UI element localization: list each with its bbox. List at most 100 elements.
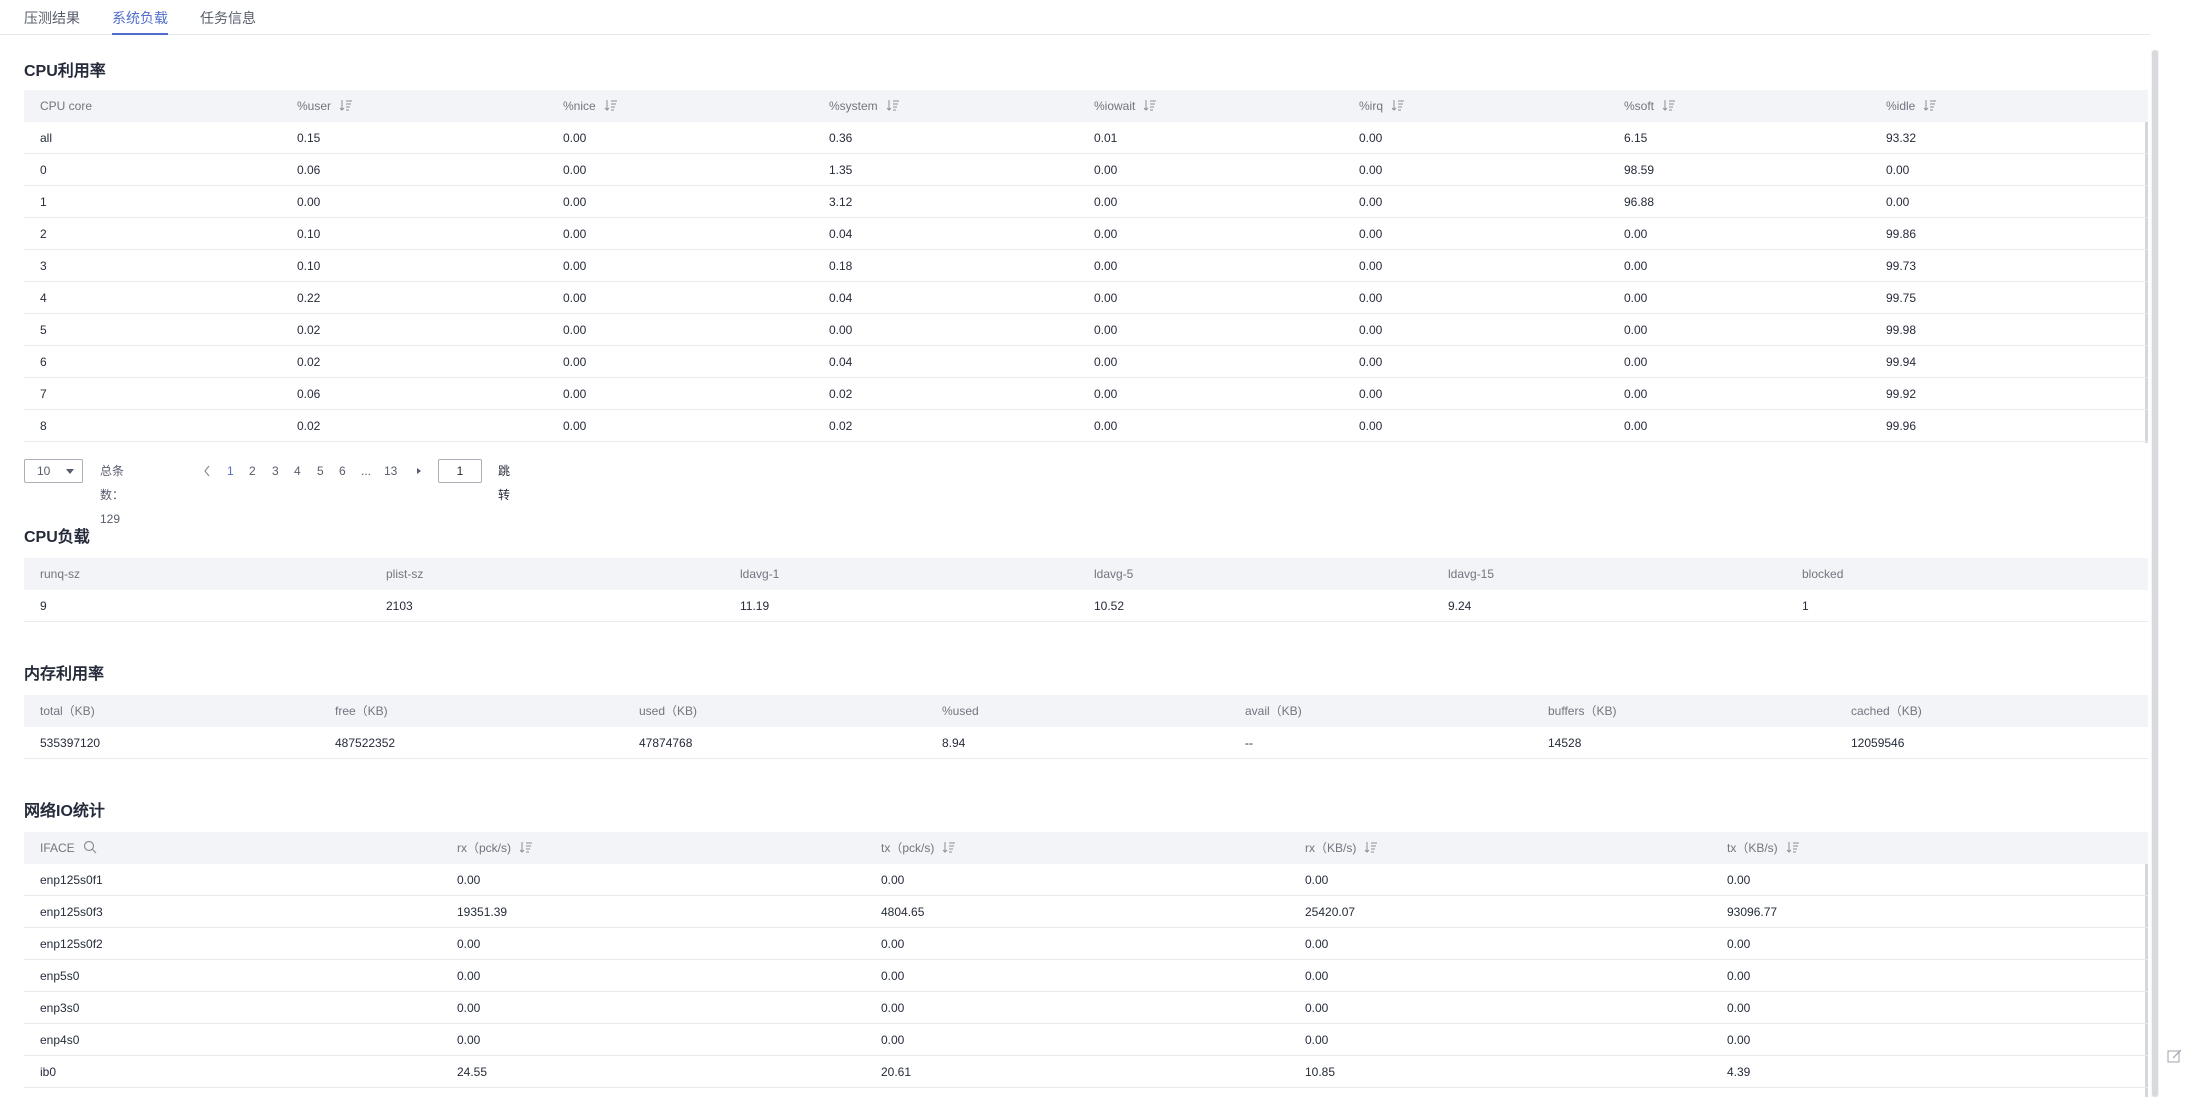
column-header[interactable]: %idle	[1886, 90, 1937, 122]
table-row: 2 0.10 0.00 0.04 0.00 0.00 0.00 99.86	[24, 218, 2148, 250]
table-cell: 0.00	[457, 937, 481, 951]
table-cell: 0.00	[881, 937, 905, 951]
column-header: used（KB)	[639, 695, 697, 727]
table-cell: 0.00	[563, 227, 587, 241]
table-cell: 47874768	[639, 736, 693, 750]
table-cell: 0.02	[829, 387, 853, 401]
table-cell: 0.00	[1094, 163, 1118, 177]
table-cell: 0.00	[1305, 937, 1329, 951]
sort-icon[interactable]	[1143, 91, 1157, 123]
page-size-select[interactable]: 10	[24, 459, 83, 483]
column-header-label: CPU core	[40, 99, 93, 113]
table-cell: enp125s0f2	[40, 937, 103, 951]
table-row: enp5s0 0.00 0.00 0.00 0.00	[24, 960, 2148, 992]
table-cell: 0.36	[829, 131, 853, 145]
column-header[interactable]: rx（KB/s)	[1305, 832, 1378, 864]
table-row: 0 0.06 0.00 1.35 0.00 0.00 98.59 0.00	[24, 154, 2148, 186]
chevron-right-icon[interactable]	[414, 459, 424, 483]
column-header[interactable]: %irq	[1359, 90, 1405, 122]
sort-icon[interactable]	[339, 91, 353, 123]
column-header-label: %idle	[1886, 99, 1916, 113]
search-icon[interactable]	[83, 833, 97, 865]
column-header[interactable]: IFACE	[40, 832, 97, 864]
column-header-label: %irq	[1359, 99, 1384, 113]
table-cell: 4804.65	[881, 905, 925, 919]
table-cell: 0.02	[829, 419, 853, 433]
page-1[interactable]: 1	[227, 459, 234, 483]
column-header-label: %system	[829, 99, 878, 113]
sort-icon[interactable]	[1923, 91, 1937, 123]
table-row: enp3s0 0.00 0.00 0.00 0.00	[24, 992, 2148, 1024]
table-cell: 9	[40, 599, 47, 613]
page-6[interactable]: 6	[339, 459, 346, 483]
table-cell: --	[1245, 736, 1253, 750]
page-scrollbar[interactable]	[2151, 50, 2159, 1097]
mem-util-table: total（KB) free（KB) used（KB) %used avail（KB) b…	[24, 695, 2148, 759]
table-row: enp125s0f1 0.00 0.00 0.00 0.00	[24, 864, 2148, 896]
column-header[interactable]: tx（KB/s)	[1727, 832, 1800, 864]
column-header[interactable]: %system	[829, 90, 900, 122]
column-header: ldavg-15	[1448, 558, 1494, 590]
column-header[interactable]: rx（pck/s)	[457, 832, 533, 864]
table-cell: 0.06	[297, 387, 321, 401]
table-cell: 0.00	[1305, 873, 1329, 887]
column-header[interactable]: %nice	[563, 90, 618, 122]
table-cell: enp125s0f3	[40, 905, 103, 919]
table-cell: 0.00	[1359, 227, 1383, 241]
column-header-label: used（KB)	[639, 704, 698, 718]
table-cell: 0.00	[1359, 323, 1383, 337]
table-cell: 0.00	[1305, 969, 1329, 983]
tab-system-load[interactable]: 系统负载	[112, 8, 168, 35]
scrollbar-thumb[interactable]	[2152, 50, 2158, 1097]
sort-icon[interactable]	[604, 91, 618, 123]
sort-icon[interactable]	[886, 91, 900, 123]
cpu-util-title: CPU利用率	[24, 63, 106, 80]
table-cell: 24.55	[457, 1065, 488, 1079]
column-header[interactable]: %iowait	[1094, 90, 1157, 122]
table-cell: enp5s0	[40, 969, 80, 983]
page-ellipsis[interactable]: ...	[361, 459, 371, 483]
sort-icon[interactable]	[1662, 91, 1676, 123]
table-cell: 25420.07	[1305, 905, 1356, 919]
column-header[interactable]: %user	[297, 90, 353, 122]
jump-button[interactable]: 跳转	[498, 459, 510, 502]
table-cell: 0.00	[1094, 291, 1118, 305]
table-row: 8 0.02 0.00 0.02 0.00 0.00 0.00 99.96	[24, 410, 2148, 442]
table-cell: 96.88	[1624, 195, 1655, 209]
column-header-label: ldavg-15	[1448, 567, 1495, 581]
table-cell: 99.96	[1886, 419, 1917, 433]
table-cell: 99.75	[1886, 291, 1917, 305]
page-size-value: 10	[37, 464, 51, 478]
page-4[interactable]: 4	[294, 459, 301, 483]
sort-icon[interactable]	[1391, 91, 1405, 123]
table-cell: 0.00	[1094, 355, 1118, 369]
page-5[interactable]: 5	[317, 459, 324, 483]
table-cell: enp3s0	[40, 1001, 80, 1015]
table-cell: 0.02	[297, 355, 321, 369]
table-cell: 0.00	[1359, 195, 1383, 209]
sort-icon[interactable]	[1364, 833, 1378, 865]
sort-icon[interactable]	[1786, 833, 1800, 865]
sort-icon[interactable]	[942, 833, 956, 865]
tab-pressure-results[interactable]: 压测结果	[24, 8, 80, 35]
table-cell: 0.00	[563, 323, 587, 337]
table-cell: 3	[40, 259, 47, 273]
tab-bar: 压测结果 系统负载 任务信息	[0, 0, 2150, 35]
column-header[interactable]: tx（pck/s)	[881, 832, 956, 864]
total-count: 总条数：129	[100, 464, 125, 526]
table-cell: 20.61	[881, 1065, 912, 1079]
chevron-left-icon[interactable]	[202, 459, 212, 483]
table-cell: 0.00	[1094, 387, 1118, 401]
table-cell: 0.00	[1727, 969, 1751, 983]
jump-page-input[interactable]: 1	[438, 459, 482, 483]
table-cell: 0.10	[297, 227, 321, 241]
page-2[interactable]: 2	[249, 459, 256, 483]
edit-icon[interactable]	[2166, 1047, 2184, 1065]
column-header[interactable]: %soft	[1624, 90, 1676, 122]
table-cell: 0.00	[1094, 195, 1118, 209]
tab-task-info[interactable]: 任务信息	[200, 8, 256, 35]
page-13[interactable]: 13	[384, 459, 397, 483]
sort-icon[interactable]	[519, 833, 533, 865]
page-3[interactable]: 3	[272, 459, 279, 483]
table-cell: 0.00	[1886, 163, 1910, 177]
